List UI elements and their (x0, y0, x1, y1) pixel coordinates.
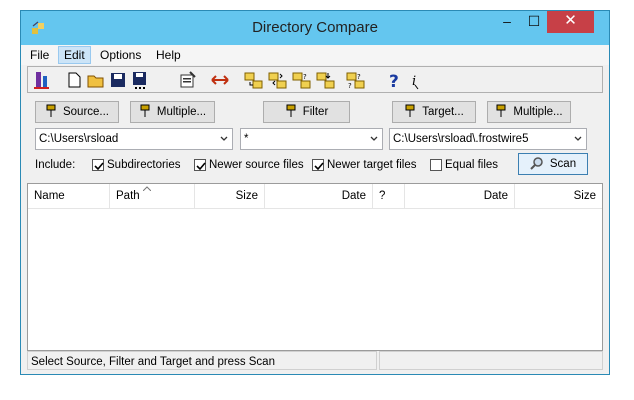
newer-target-checkbox[interactable] (312, 159, 324, 171)
column-header-target-date[interactable]: Date (405, 184, 515, 208)
directory-compare-window: Directory Compare – ☐ ✕ File Edit Option… (20, 10, 610, 375)
filter-value: * (244, 133, 249, 145)
multiple-source-button[interactable]: Multiple... (130, 101, 215, 123)
scan-button-label: Scan (549, 158, 577, 170)
equal-files-label[interactable]: Equal files (445, 159, 498, 171)
column-header-name[interactable]: Name (28, 184, 110, 208)
title-bar[interactable]: Directory Compare – ☐ ✕ (21, 11, 609, 45)
column-header-target-size[interactable]: Size (515, 184, 602, 208)
menu-help[interactable]: Help (151, 47, 186, 63)
source-button[interactable]: Source... (35, 101, 119, 123)
newer-source-checkbox[interactable] (194, 159, 206, 171)
context-help-icon[interactable]: i (406, 70, 426, 90)
filter-button-label: Filter (302, 106, 329, 118)
svg-text:?: ? (348, 82, 352, 90)
column-header-status[interactable]: ? (373, 184, 405, 208)
svg-text:?: ? (389, 72, 399, 90)
target-path-value: C:\Users\rsload\.frostwire5 (393, 133, 529, 145)
equal-files-checkbox[interactable] (430, 159, 442, 171)
new-icon[interactable] (64, 70, 84, 90)
multiple-target-button[interactable]: Multiple... (487, 101, 571, 123)
move-icon[interactable] (316, 70, 336, 90)
menu-edit[interactable]: Edit (58, 46, 91, 64)
chevron-down-icon (370, 136, 378, 141)
pin-icon (46, 104, 56, 117)
save-as-icon[interactable] (130, 70, 150, 90)
filter-combo[interactable]: * (240, 128, 383, 150)
column-header-path[interactable]: Path (110, 184, 195, 208)
target-button-label: Target... (422, 106, 464, 118)
compare-icon[interactable] (32, 70, 52, 90)
menu-bar: File Edit Options Help (21, 45, 609, 65)
minimize-button[interactable]: – (494, 11, 520, 33)
properties-icon[interactable] (178, 70, 198, 90)
copy-mixed-icon[interactable]: ? (292, 70, 312, 90)
chevron-down-icon (574, 136, 582, 141)
chevron-down-icon (220, 136, 228, 141)
sort-ascending-icon (143, 186, 151, 191)
copy-right-icon[interactable] (244, 70, 264, 90)
filter-button[interactable]: Filter (263, 101, 350, 123)
pin-icon (286, 104, 296, 117)
open-icon[interactable] (86, 70, 106, 90)
compare-files-icon[interactable]: ?? (346, 70, 366, 90)
status-panel-secondary (379, 351, 603, 370)
checkmark-icon (94, 162, 104, 171)
svg-text:?: ? (357, 73, 361, 81)
target-button[interactable]: Target... (392, 101, 476, 123)
column-header-path-label: Path (116, 190, 140, 202)
status-bar: Select Source, Filter and Target and pre… (27, 351, 603, 371)
swap-icon[interactable] (210, 70, 230, 90)
menu-options[interactable]: Options (95, 47, 146, 63)
copy-both-icon[interactable] (268, 70, 288, 90)
subdirectories-checkbox[interactable] (92, 159, 104, 171)
subdirectories-label[interactable]: Subdirectories (107, 159, 181, 171)
svg-text:i: i (412, 74, 416, 89)
source-button-label: Source... (62, 106, 110, 118)
source-path-combo[interactable]: C:\Users\rsload (35, 128, 233, 150)
magnifier-icon (530, 157, 543, 170)
multiple-source-button-label: Multiple... (156, 106, 207, 118)
include-label: Include: (35, 159, 76, 171)
svg-text:?: ? (303, 73, 307, 81)
newer-target-label[interactable]: Newer target files (327, 159, 416, 171)
column-header-source-size[interactable]: Size (195, 184, 265, 208)
help-icon[interactable]: ? (384, 70, 404, 90)
header-divider (28, 208, 602, 209)
menu-file[interactable]: File (25, 47, 54, 63)
source-path-value: C:\Users\rsload (39, 133, 119, 145)
checkmark-icon (196, 162, 206, 171)
newer-source-label[interactable]: Newer source files (209, 159, 304, 171)
pin-icon (405, 104, 415, 117)
save-icon[interactable] (108, 70, 128, 90)
toolbar: ? ?? ? i (27, 66, 603, 93)
target-path-combo[interactable]: C:\Users\rsload\.frostwire5 (389, 128, 587, 150)
results-list[interactable]: Name Path Size Date ? Date Size (27, 183, 603, 351)
scan-button[interactable]: Scan (518, 153, 588, 175)
close-button[interactable]: ✕ (547, 11, 594, 33)
status-text: Select Source, Filter and Target and pre… (27, 351, 377, 370)
multiple-target-button-label: Multiple... (513, 106, 563, 118)
pin-icon (496, 104, 506, 117)
column-header-source-date[interactable]: Date (265, 184, 373, 208)
pin-icon (140, 104, 150, 117)
checkmark-icon (314, 162, 324, 171)
maximize-button[interactable]: ☐ (521, 11, 547, 33)
